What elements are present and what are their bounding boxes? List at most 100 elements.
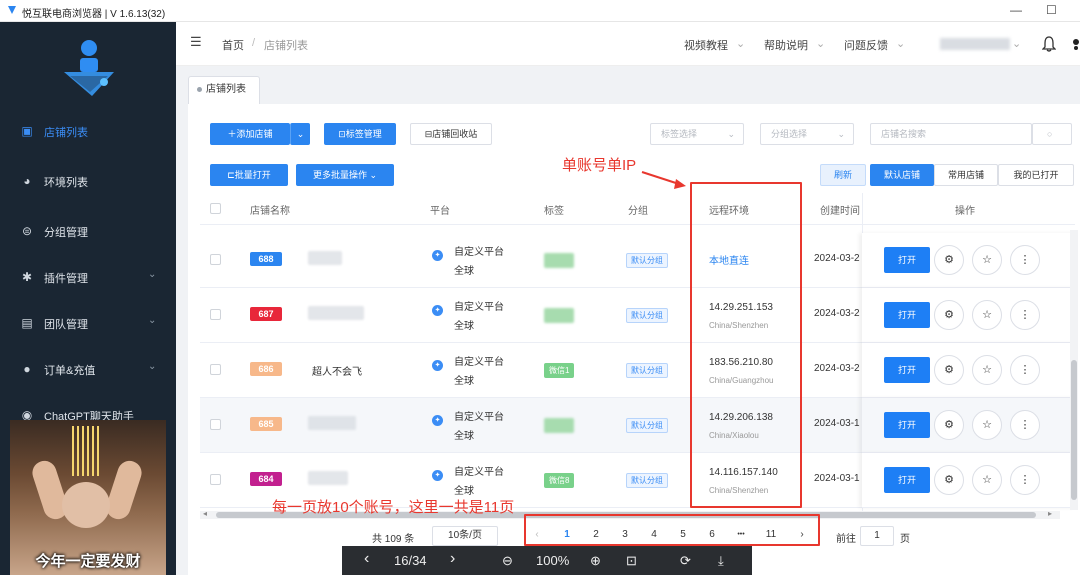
group-badge: 默认分组 [626,418,668,433]
chevron-down-icon: ⌄ [816,38,826,50]
settings-gear-icon[interactable]: ⚙ [934,355,964,385]
open-store-button[interactable]: 打开 [884,302,930,328]
batch-open-button[interactable]: ⊏批量打开 [210,164,288,186]
favorite-star-icon[interactable]: ☆ [972,300,1002,330]
col-header-ops: 操作 [955,206,975,217]
settings-gear-icon[interactable]: ⚙ [934,410,964,440]
settings-gear-icon[interactable]: ⚙ [934,465,964,495]
sidebar-item-plugin-mgmt[interactable]: ✱ 插件管理 ⌄ [0,258,176,298]
scroll-right-icon[interactable]: ▸ [1048,509,1052,518]
group-badge: 默认分组 [626,473,668,488]
row-checkbox[interactable] [210,364,221,375]
store-name-blurred [308,251,342,265]
open-store-button[interactable]: 打开 [884,412,930,438]
fit-screen-icon[interactable]: ⊡ [626,553,637,569]
search-button[interactable]: ○ [1032,123,1072,145]
scrollbar-thumb[interactable] [1071,360,1077,500]
video-tutorial-link[interactable]: 视频教程 [684,37,728,53]
more-batch-button[interactable]: 更多批量操作 ⌄ [296,164,394,186]
sidebar-item-team-mgmt[interactable]: ▤ 团队管理 ⌄ [0,304,176,344]
row-checkbox[interactable] [210,419,221,430]
tag-mgmt-button[interactable]: ⊡标签管理 [324,123,396,145]
sidebar-item-orders[interactable]: ● 订单&充值 ⌄ [0,350,176,390]
row-checkbox[interactable] [210,254,221,265]
group-icon: ⊜ [21,224,33,238]
menu-toggle-icon[interactable]: ☰ [190,34,202,50]
more-batch-label: 更多批量操作 [312,170,367,180]
settings-gear-icon[interactable]: ⚙ [934,245,964,275]
tag-select[interactable]: 标签选择 ⌄ [650,123,744,145]
window-title: 悦互联电商浏览器 | V 1.6.13(32) [22,9,166,20]
tab-my-opened[interactable]: 我的已打开 [998,164,1074,186]
favorite-star-icon[interactable]: ☆ [972,245,1002,275]
platform-icon: ✦ [432,470,443,481]
sidebar-item-group-mgmt[interactable]: ⊜ 分组管理 [0,212,176,252]
sidebar-item-label: 插件管理 [44,273,88,285]
viewer-prev-icon[interactable]: ‹ [364,550,369,568]
row-actions: 打开 ⚙ ☆ ⋮ [862,343,1075,398]
add-store-dropdown[interactable]: ⌄ [290,123,310,145]
goto-label: 前往 [836,534,856,545]
col-header-platform: 平台 [430,206,450,217]
bell-icon[interactable] [1042,36,1056,52]
row-checkbox[interactable] [210,474,221,485]
refresh-button[interactable]: 刷新 [820,164,866,186]
download-icon[interactable]: ⤓ [718,553,724,569]
goto-page-input[interactable]: 1 [860,526,894,546]
viewer-next-icon[interactable]: › [450,550,455,568]
platform-name: 自定义平台 [454,302,504,313]
row-actions: 打开 ⚙ ☆ ⋮ [862,288,1075,343]
more-actions-icon[interactable]: ⋮ [1010,410,1040,440]
tab-default-shop[interactable]: 默认店铺 [870,164,934,186]
minimize-button[interactable]: — [1010,3,1022,17]
sidebar-item-store-list[interactable]: ▣ 店铺列表 [0,112,176,152]
tag-icon: ⊡ [338,129,346,139]
sidebar-item-env-list[interactable]: ◕ 环境列表 [0,162,176,202]
platform-cell: 自定义平台 全球 [454,298,504,336]
open-store-button[interactable]: 打开 [884,357,930,383]
incense-sticks [72,426,102,476]
help-link[interactable]: 帮助说明 [764,37,808,53]
maximize-button[interactable]: ☐ [1046,3,1057,17]
plugin-icon: ✱ [21,270,33,284]
chevron-down-icon: ⌄ [148,269,157,280]
recycle-bin-button[interactable]: ⊟店铺回收站 [410,123,492,145]
row-actions: 打开 ⚙ ☆ ⋮ [862,453,1075,508]
more-icon[interactable] [1070,36,1080,52]
store-search-input[interactable]: 店铺名搜索 [870,123,1032,145]
feedback-link[interactable]: 问题反馈 [844,37,888,53]
more-actions-icon[interactable]: ⋮ [1010,355,1040,385]
chevron-down-icon: ⌄ [148,315,157,326]
open-store-button[interactable]: 打开 [884,467,930,493]
select-all-checkbox[interactable] [210,203,221,214]
tab-common-shop[interactable]: 常用店铺 [934,164,998,186]
open-store-button[interactable]: 打开 [884,247,930,273]
more-actions-icon[interactable]: ⋮ [1010,300,1040,330]
add-store-button[interactable]: ＋添加店铺 [210,123,290,145]
user-account-blurred[interactable] [940,38,1010,50]
meme-image: 今年一定要发财 [10,420,166,575]
store-name-blurred [308,471,348,485]
more-actions-icon[interactable]: ⋮ [1010,465,1040,495]
breadcrumb-home[interactable]: 首页 [222,37,244,53]
favorite-star-icon[interactable]: ☆ [972,465,1002,495]
settings-gear-icon[interactable]: ⚙ [934,300,964,330]
scroll-left-icon[interactable]: ◂ [203,509,207,518]
app-logo-icon [8,6,16,14]
page-size-select[interactable]: 10条/页 [432,526,498,546]
more-actions-icon[interactable]: ⋮ [1010,245,1040,275]
tab-store-list[interactable]: 店铺列表 [188,76,260,104]
group-select-label: 分组选择 [771,129,808,139]
row-checkbox[interactable] [210,309,221,320]
batch-open-label: 批量打开 [234,170,271,180]
rotate-icon[interactable]: ⟳ [680,553,691,569]
vertical-scrollbar[interactable] [1070,230,1078,510]
meme-caption: 今年一定要发财 [35,553,141,570]
platform-name: 自定义平台 [454,357,504,368]
favorite-star-icon[interactable]: ☆ [972,410,1002,440]
favorite-star-icon[interactable]: ☆ [972,355,1002,385]
zoom-in-icon[interactable]: ⊕ [590,553,601,569]
platform-cell: 自定义平台 全球 [454,408,504,446]
group-select[interactable]: 分组选择 ⌄ [760,123,854,145]
zoom-out-icon[interactable]: ⊖ [502,553,513,569]
